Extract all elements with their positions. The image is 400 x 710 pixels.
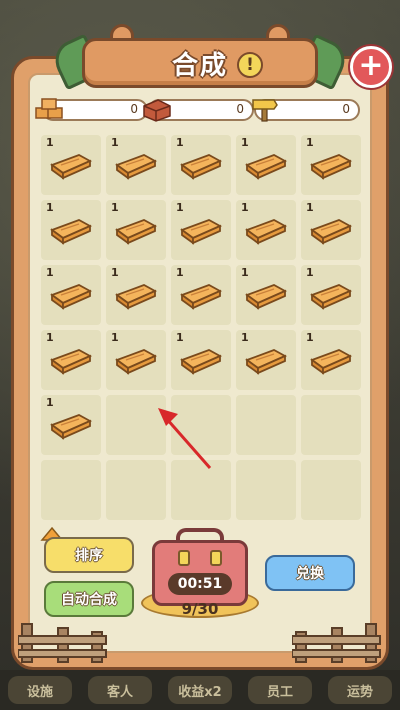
grid-slot-item[interactable]: 1 (236, 330, 296, 390)
nav-item-fortune[interactable]: 运势 (328, 676, 392, 704)
grid-slot-empty[interactable] (41, 460, 101, 520)
wood-plank-icon (50, 414, 93, 440)
grid-slot-item[interactable]: 1 (236, 135, 296, 195)
item-level: 1 (111, 331, 119, 344)
resource-value-brick: 0 (236, 102, 244, 116)
nav-item-facilities[interactable]: 设施 (8, 676, 72, 704)
wood-plank-icon (115, 349, 158, 375)
wood-plank-icon (180, 154, 223, 180)
close-button[interactable]: + (350, 46, 392, 88)
grid-slot-item[interactable]: 1 (41, 395, 101, 455)
page-title: 合成 (171, 50, 228, 81)
item-level: 1 (111, 201, 119, 214)
chest-timer: 00:51 (168, 573, 232, 595)
item-level: 1 (46, 396, 54, 409)
grid-slot-item[interactable]: 1 (171, 330, 231, 390)
wood-plank-icon (115, 219, 158, 245)
grid-slot-item[interactable]: 1 (41, 135, 101, 195)
item-level: 1 (306, 266, 314, 279)
bottom-nav: 设施 客人 收益x2 员工 运势 (0, 670, 400, 710)
nav-item-guests[interactable]: 客人 (88, 676, 152, 704)
item-level: 1 (241, 136, 249, 149)
grid-slot-empty[interactable] (301, 460, 361, 520)
grid-slot-item[interactable]: 1 (236, 200, 296, 260)
wood-plank-icon (310, 284, 353, 310)
wood-plank-icon (245, 154, 288, 180)
wood-plank-icon (180, 284, 223, 310)
wood-plank-icon (310, 349, 353, 375)
item-level: 1 (241, 331, 249, 344)
item-level: 1 (176, 266, 184, 279)
grid-slot-item[interactable]: 1 (41, 265, 101, 325)
grid-slot-item[interactable]: 1 (171, 135, 231, 195)
grid-slot-item[interactable]: 1 (41, 330, 101, 390)
title-banner: 合成 ! (82, 38, 318, 88)
grid-slot-empty[interactable] (301, 395, 361, 455)
item-level: 1 (46, 201, 54, 214)
nav-item-staff[interactable]: 员工 (248, 676, 312, 704)
chest-lock-left (178, 550, 190, 566)
wood-planks-icon (35, 98, 63, 119)
grid-slot-item[interactable]: 1 (106, 265, 166, 325)
grid-slot-item[interactable]: 1 (301, 200, 361, 260)
info-icon[interactable]: ! (237, 52, 263, 78)
sort-button[interactable]: 排序 (44, 537, 134, 573)
item-level: 1 (306, 201, 314, 214)
wood-plank-icon (245, 284, 288, 310)
grid-slot-item[interactable]: 1 (171, 200, 231, 260)
grid-slot-item[interactable]: 1 (301, 330, 361, 390)
item-level: 1 (111, 266, 119, 279)
exchange-button[interactable]: 兑换 (265, 555, 355, 591)
resource-value-hammer: 0 (342, 102, 350, 116)
resource-value-wood: 0 (130, 102, 138, 116)
chest-lock-right (210, 550, 222, 566)
item-level: 1 (46, 136, 54, 149)
wood-plank-icon (50, 349, 93, 375)
wood-plank-icon (310, 219, 353, 245)
grid-slot-item[interactable]: 1 (236, 265, 296, 325)
grid-slot-empty[interactable] (236, 460, 296, 520)
wood-plank-icon (180, 219, 223, 245)
tutorial-arrow-icon (158, 408, 212, 469)
wood-plank-icon (245, 349, 288, 375)
grid-slot-item[interactable]: 1 (106, 135, 166, 195)
auto-merge-button[interactable]: 自动合成 (44, 581, 134, 617)
wood-plank-icon (245, 219, 288, 245)
grid-slot-item[interactable]: 1 (301, 265, 361, 325)
item-level: 1 (241, 201, 249, 214)
wood-plank-icon (50, 154, 93, 180)
grid-slot-empty[interactable] (236, 395, 296, 455)
item-level: 1 (176, 331, 184, 344)
wood-plank-icon (115, 154, 158, 180)
item-level: 1 (46, 331, 54, 344)
item-level: 1 (46, 266, 54, 279)
item-level: 1 (176, 201, 184, 214)
chest-capacity: 9/30 (181, 600, 219, 618)
item-level: 1 (176, 136, 184, 149)
nav-item-income[interactable]: 收益x2 (168, 676, 232, 704)
wood-plank-icon (115, 284, 158, 310)
fence-decoration-left (18, 623, 107, 663)
wood-plank-icon (50, 219, 93, 245)
grid-slot-item[interactable]: 1 (106, 200, 166, 260)
grid-slot-item[interactable]: 1 (41, 200, 101, 260)
fence-decoration-right (292, 623, 381, 663)
item-level: 1 (111, 136, 119, 149)
item-level: 1 (306, 331, 314, 344)
item-level: 1 (241, 266, 249, 279)
wood-plank-icon (310, 154, 353, 180)
grid-slot-item[interactable]: 1 (301, 135, 361, 195)
grid-slot-item[interactable]: 1 (171, 265, 231, 325)
wood-plank-icon (180, 349, 223, 375)
grid-slot-item[interactable]: 1 (106, 330, 166, 390)
item-level: 1 (306, 136, 314, 149)
brick-icon (143, 99, 171, 122)
wood-plank-icon (50, 284, 93, 310)
hammer-icon (252, 99, 278, 122)
